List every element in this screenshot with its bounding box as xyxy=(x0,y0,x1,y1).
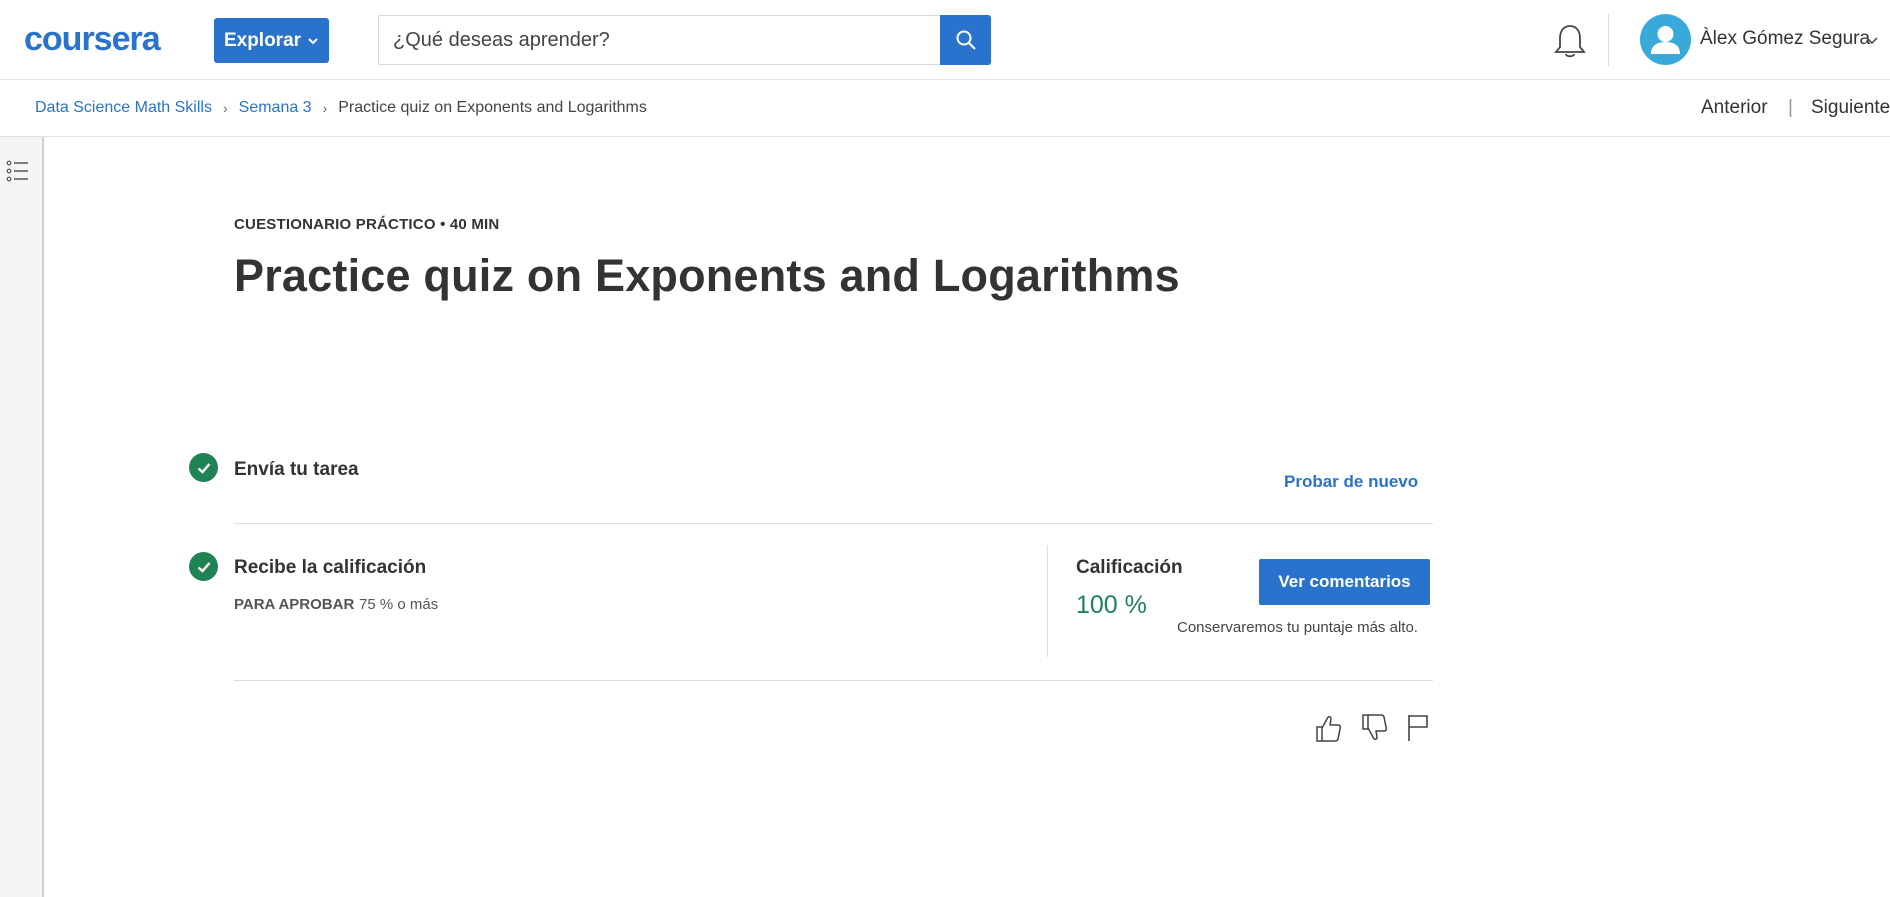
grade-value: 100 % xyxy=(1076,591,1147,619)
thumbs-down-icon[interactable] xyxy=(1360,713,1388,743)
chevron-right-icon: › xyxy=(222,100,228,116)
step-grade-label: Recibe la calificación xyxy=(234,557,427,578)
divider xyxy=(234,523,1433,524)
search-box xyxy=(378,15,991,65)
grade-label: Calificación xyxy=(1076,557,1183,578)
breadcrumb-bar: Data Science Math Skills › Semana 3 › Pr… xyxy=(0,80,1890,137)
pass-threshold-label: PARA APROBAR xyxy=(234,596,355,613)
user-name[interactable]: Àlex Gómez Segura xyxy=(1700,28,1870,50)
check-circle-icon xyxy=(189,453,218,482)
bell-icon[interactable] xyxy=(1553,22,1587,60)
breadcrumb-week[interactable]: Semana 3 xyxy=(239,99,312,117)
nav-separator: | xyxy=(1788,97,1793,118)
view-feedback-button[interactable]: Ver comentarios xyxy=(1259,559,1430,605)
left-rail xyxy=(0,137,44,897)
next-link[interactable]: Siguiente xyxy=(1811,97,1890,119)
header-divider xyxy=(1608,14,1609,66)
course-outline-icon[interactable] xyxy=(6,159,30,183)
chevron-right-icon: › xyxy=(322,100,328,116)
breadcrumb-current: Practice quiz on Exponents and Logarithm… xyxy=(338,99,647,116)
search-button[interactable] xyxy=(940,15,991,65)
explore-button[interactable]: Explorar xyxy=(214,18,329,63)
explore-label: Explorar xyxy=(223,29,302,51)
vertical-divider xyxy=(1047,545,1048,657)
coursera-logo[interactable]: coursera xyxy=(24,20,186,60)
step-submit-label: Envía tu tarea xyxy=(234,459,359,480)
highest-score-note: Conservaremos tu puntaje más alto. xyxy=(1177,619,1418,636)
page-title: Practice quiz on Exponents and Logarithm… xyxy=(234,250,1180,301)
top-header: coursera Explorar Àlex Gómez Segura xyxy=(0,0,1890,80)
try-again-link[interactable]: Probar de nuevo xyxy=(1284,472,1418,492)
check-circle-icon xyxy=(189,552,218,581)
breadcrumb: Data Science Math Skills › Semana 3 › Pr… xyxy=(35,99,647,117)
flag-icon[interactable] xyxy=(1405,713,1433,743)
chevron-down-icon xyxy=(308,37,318,44)
item-type-duration: CUESTIONARIO PRÁCTICO • 40 MIN xyxy=(234,216,500,233)
breadcrumb-course[interactable]: Data Science Math Skills xyxy=(35,99,212,117)
logo-text: coursera xyxy=(24,20,162,58)
previous-link[interactable]: Anterior xyxy=(1701,97,1768,119)
user-avatar-icon[interactable] xyxy=(1640,14,1691,65)
thumbs-up-icon[interactable] xyxy=(1314,713,1342,743)
search-input[interactable] xyxy=(379,16,941,64)
search-icon xyxy=(956,30,976,50)
divider xyxy=(234,680,1433,681)
user-menu-chevron-icon[interactable] xyxy=(1865,34,1879,48)
pass-threshold-value: 75 % o más xyxy=(359,596,439,613)
